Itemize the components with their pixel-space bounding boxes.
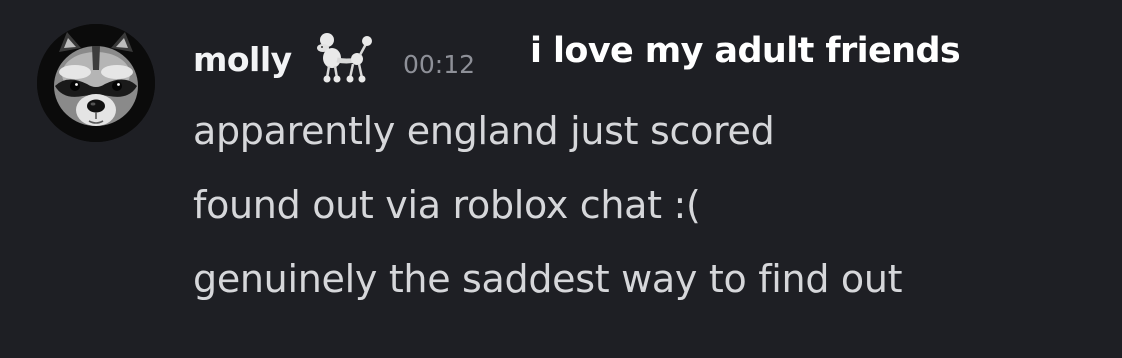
chat-message: molly 00:12 i love my adult friends appa… (0, 0, 1122, 358)
timestamp: 00:12 (403, 50, 476, 79)
message-line: genuinely the saddest way to find out (193, 257, 903, 301)
avatar[interactable] (37, 24, 155, 142)
raccoon-avatar (37, 24, 155, 142)
message-line: found out via roblox chat :( (193, 183, 701, 227)
message-line: apparently england just scored (193, 109, 775, 153)
username[interactable]: molly (193, 40, 292, 79)
poodle-icon (313, 30, 375, 86)
overlay-caption: i love my adult friends (530, 31, 961, 71)
message-body: apparently england just scored found out… (193, 106, 903, 328)
